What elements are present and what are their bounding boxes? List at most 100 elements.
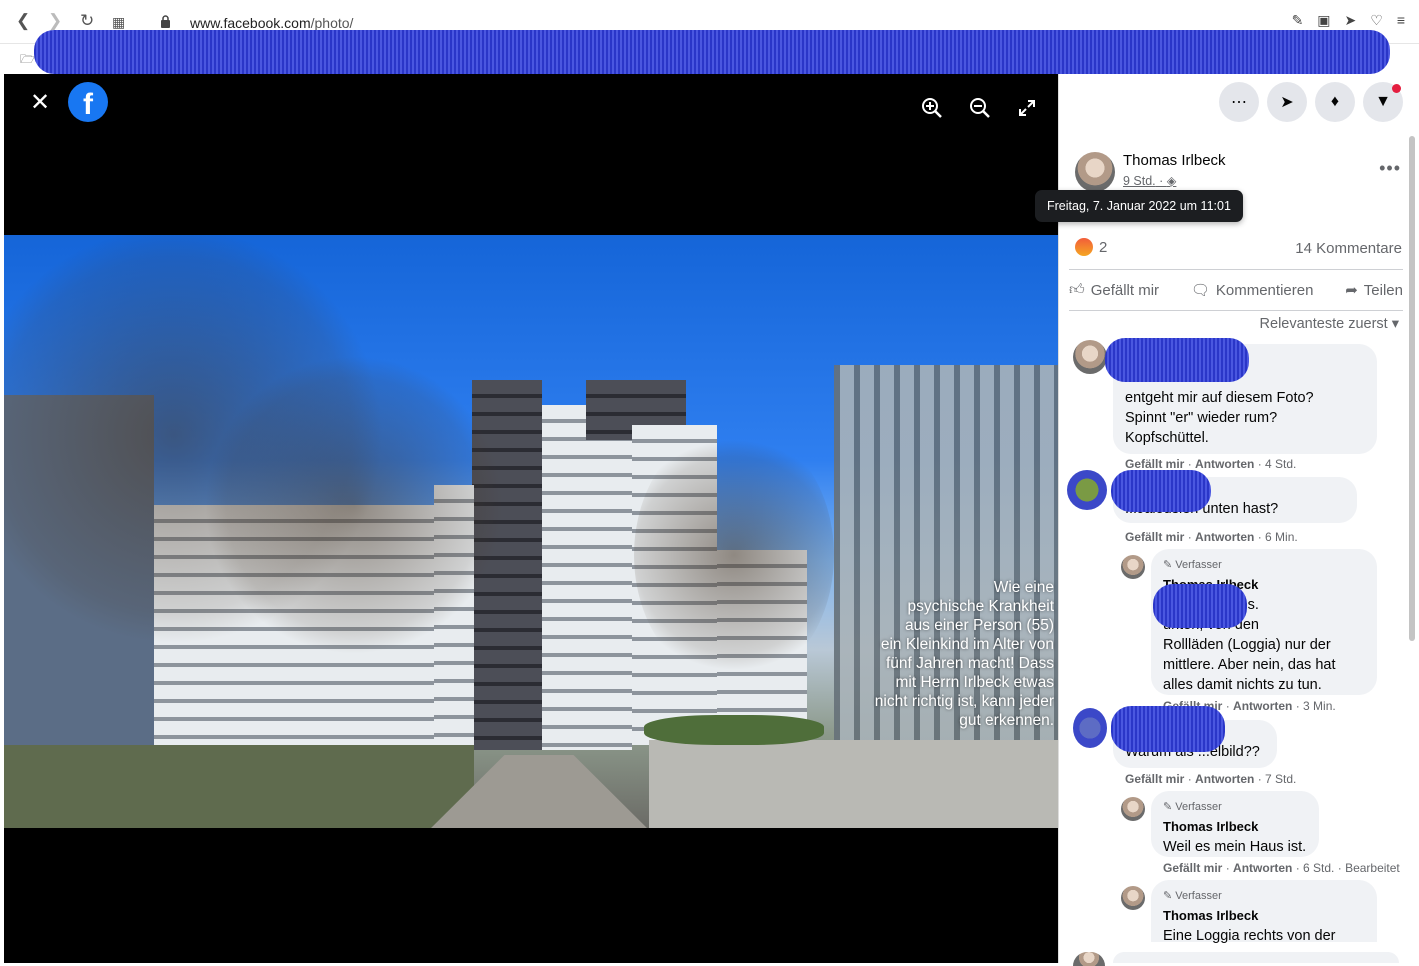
building-tower: [542, 405, 632, 750]
photo-image: Wie eine psychische Krankheit aus einer …: [4, 235, 1058, 828]
photo-caption: Wie eine psychische Krankheit aus einer …: [874, 579, 1054, 729]
lock-icon: [161, 15, 170, 28]
globe-icon: ◈: [1166, 174, 1177, 188]
edited-label: Bearbeitet: [1345, 861, 1400, 875]
comment-like-link[interactable]: Gefällt mir: [1125, 772, 1184, 786]
reload-icon[interactable]: ↻: [80, 11, 94, 31]
avatar[interactable]: [1067, 470, 1107, 510]
send-icon[interactable]: ➤: [1345, 12, 1357, 29]
comment-icon: 🗨︎: [1190, 282, 1210, 299]
comment-label: Kommentieren: [1215, 281, 1314, 299]
photo-viewer: ✕ f Wie eine psychische Krankheit aus ei…: [4, 74, 1058, 963]
comment-sort-dropdown[interactable]: Relevanteste zuerst ▾: [1260, 316, 1399, 332]
comment-like-link[interactable]: Gefällt mir: [1125, 457, 1184, 471]
comment-time[interactable]: 6 Std.: [1303, 861, 1334, 875]
post-author[interactable]: Thomas Irlbeck: [1123, 152, 1226, 169]
redaction-scribble: [1153, 584, 1247, 628]
back-icon[interactable]: ❮: [16, 11, 30, 31]
panel-scrollbar[interactable]: [1409, 136, 1415, 641]
folder-icon[interactable]: 🗁: [20, 50, 35, 71]
caret-down-icon: ▾: [1391, 316, 1399, 332]
author-badge-label: Verfasser: [1175, 559, 1222, 571]
camera-icon[interactable]: ▣: [1317, 12, 1330, 29]
avatar[interactable]: [1075, 152, 1115, 192]
comment-like-link[interactable]: Gefällt mir: [1125, 530, 1184, 544]
comment-author[interactable]: Thomas Irlbeck: [1163, 817, 1307, 837]
menu-grid-icon[interactable]: ⋯: [1219, 82, 1259, 122]
concrete-wall: [649, 740, 1058, 828]
comment-text: Eine Loggia rechts von der: [1163, 928, 1336, 944]
post-time-text: 9 Std.: [1123, 174, 1156, 188]
messenger-icon[interactable]: ➤: [1267, 82, 1307, 122]
edit-icon[interactable]: ✎: [1292, 12, 1304, 29]
address-bar[interactable]: www.facebook.com/photo/: [190, 15, 353, 31]
comment-reply-link[interactable]: Antworten: [1195, 457, 1254, 471]
reactions-summary[interactable]: 2: [1075, 238, 1107, 256]
redaction-scribble: [34, 30, 1390, 74]
zoom-out-icon[interactable]: [968, 96, 992, 120]
tabs-grid-icon[interactable]: ▦: [112, 14, 125, 31]
comment-meta: Gefällt mir · Antworten · 4 Std.: [1125, 457, 1297, 471]
share-icon: ➦: [1345, 282, 1358, 299]
comment-meta: Gefällt mir · Antworten · 6 Std. · Bearb…: [1163, 861, 1400, 875]
comment-text: Weil es mein Haus ist.: [1163, 839, 1307, 855]
bushes: [644, 715, 824, 745]
tree: [204, 355, 504, 655]
timestamp-tooltip: Freitag, 7. Januar 2022 um 11:01: [1035, 190, 1243, 222]
comment-input[interactable]: [1113, 952, 1399, 963]
author-badge: ✎ Verfasser: [1163, 559, 1222, 571]
forward-icon[interactable]: ❯: [48, 11, 62, 31]
menu-icon[interactable]: ≡: [1397, 12, 1405, 29]
like-button[interactable]: 👍︎ Gefällt mir: [1069, 281, 1159, 299]
avatar: [1073, 952, 1105, 966]
share-label: Teilen: [1363, 281, 1403, 299]
post-actions: 👍︎ Gefällt mir 🗨︎ Kommentieren ➦ Teilen: [1069, 269, 1403, 311]
author-badge: ✎ Verfasser: [1163, 801, 1222, 813]
comment-button[interactable]: 🗨︎ Kommentieren: [1190, 281, 1314, 300]
notification-dot: [1392, 84, 1401, 93]
comment-time[interactable]: 4 Std.: [1265, 457, 1296, 471]
avatar[interactable]: [1121, 797, 1145, 821]
comment-bubble: ✎ Verfasser Thomas Irlbeck Weil es mein …: [1151, 791, 1319, 857]
like-label: Gefällt mir: [1090, 281, 1160, 299]
comment-like-link[interactable]: Gefällt mir: [1163, 861, 1222, 875]
comment-time[interactable]: 6 Min.: [1265, 530, 1298, 544]
avatar[interactable]: [1121, 555, 1145, 579]
tree: [634, 425, 834, 685]
comment-time[interactable]: 3 Min.: [1303, 699, 1336, 713]
comment-reply-link[interactable]: Antworten: [1195, 772, 1254, 786]
comment-reply-link[interactable]: Antworten: [1233, 861, 1292, 875]
redaction-scribble: [1111, 470, 1211, 512]
url-domain: www.facebook.com: [190, 15, 311, 31]
more-options-icon[interactable]: •••: [1379, 158, 1401, 179]
facebook-logo-icon[interactable]: f: [68, 82, 108, 122]
comment-reply-link[interactable]: Antworten: [1195, 530, 1254, 544]
comment-time[interactable]: 7 Std.: [1265, 772, 1296, 786]
comments-count[interactable]: 14 Kommentare: [1295, 240, 1402, 257]
account-dropdown-icon[interactable]: ▼: [1363, 82, 1403, 122]
author-badge-label: Verfasser: [1175, 890, 1222, 902]
reaction-count: 2: [1099, 238, 1108, 256]
avatar[interactable]: [1073, 340, 1107, 374]
comment-meta: Gefällt mir · Antworten · 6 Min.: [1125, 530, 1298, 544]
redaction-scribble: [1111, 706, 1225, 752]
fullscreen-icon[interactable]: [1017, 98, 1037, 118]
heart-icon[interactable]: ♡: [1370, 12, 1383, 29]
share-button[interactable]: ➦ Teilen: [1345, 281, 1403, 300]
hedge: [4, 745, 474, 828]
notifications-bell-icon[interactable]: ♦: [1315, 82, 1355, 122]
avatar[interactable]: [1073, 708, 1107, 748]
redaction-scribble: [1105, 338, 1249, 382]
thumbs-up-icon: 👍︎: [1069, 281, 1085, 298]
url-path: /photo/: [310, 15, 354, 31]
avatar[interactable]: [1121, 886, 1145, 910]
close-icon[interactable]: ✕: [30, 88, 50, 117]
comment-reply-link[interactable]: Antworten: [1233, 699, 1292, 713]
author-badge: ✎ Verfasser: [1163, 890, 1222, 902]
angry-reaction-icon: [1075, 238, 1093, 256]
author-badge-label: Verfasser: [1175, 801, 1222, 813]
post-time[interactable]: 9 Std. · ◈: [1123, 173, 1176, 188]
comment-author[interactable]: Thomas Irlbeck: [1163, 906, 1365, 926]
sort-label: Relevanteste zuerst: [1259, 316, 1388, 332]
zoom-in-icon[interactable]: [920, 96, 944, 120]
